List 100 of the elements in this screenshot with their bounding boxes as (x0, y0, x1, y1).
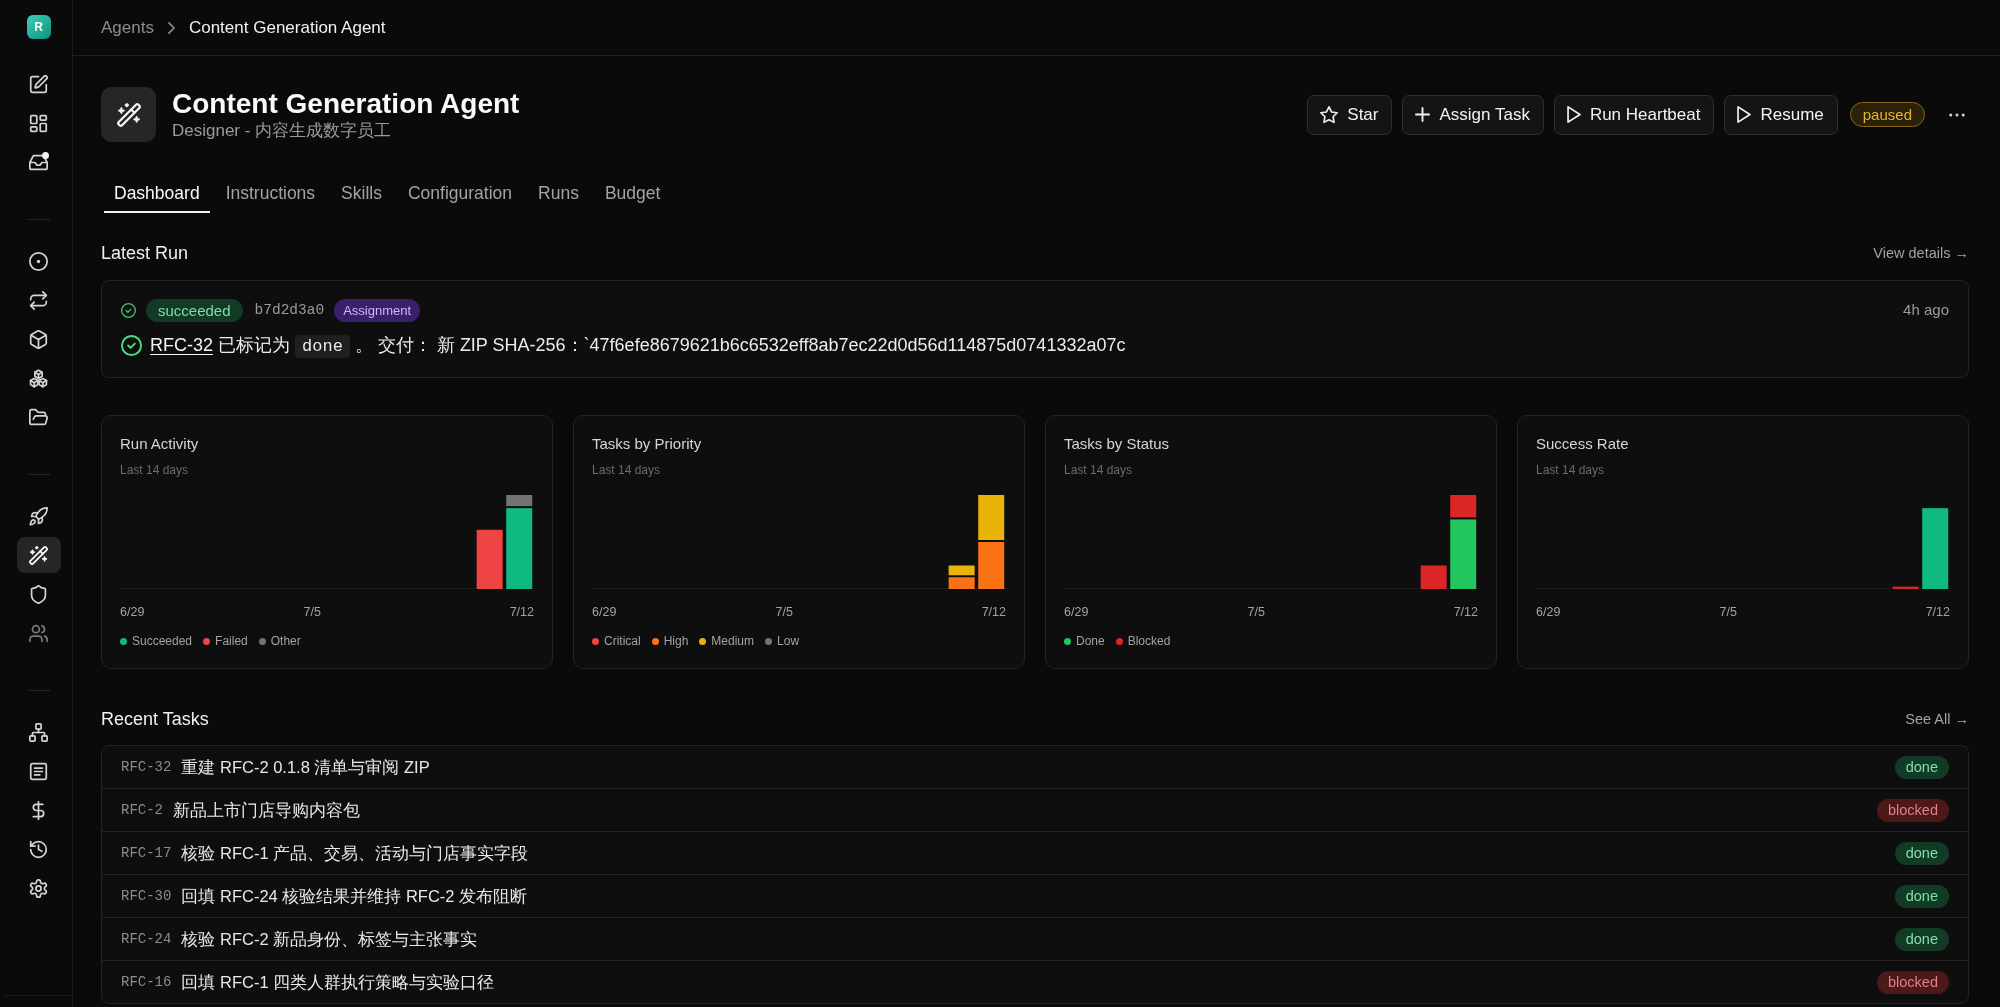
axis-label: 7/5 (775, 604, 793, 620)
inbox-icon[interactable] (29, 152, 48, 172)
task-id: RFC-32 (121, 758, 172, 776)
more-icon[interactable] (1949, 112, 1965, 117)
axis-label: 7/12 (509, 604, 534, 620)
blocked-bar (1420, 565, 1447, 589)
status-badge: paused (1849, 102, 1925, 127)
chart-subtitle: Last 14 days (1064, 462, 1134, 478)
failed-bar (476, 529, 503, 589)
status-badge: done (1894, 927, 1949, 951)
run-time: 4h ago (1903, 301, 1949, 319)
task-title[interactable]: 核验 RFC-2 新品身份、标签与主张事实 (181, 928, 478, 950)
other-bar (506, 495, 533, 507)
done-bar (1450, 519, 1477, 589)
run-heartbeat-button[interactable]: Run Heartbeat (1553, 94, 1715, 135)
medium-priority-bar (948, 565, 975, 576)
axis-label: 6/29 (1064, 604, 1089, 620)
agent-name: Content Generation Agent (172, 87, 520, 120)
task-title[interactable]: 核验 RFC-1 产品、交易、活动与门店事实字段 (181, 842, 529, 864)
chart-title: Tasks by Priority (592, 434, 703, 454)
wand-icon[interactable] (29, 545, 48, 565)
legend-label: Other (270, 633, 301, 649)
edit-icon[interactable] (29, 74, 48, 94)
legend-label: Critical (604, 633, 641, 649)
check-circle-icon (121, 334, 142, 356)
task-id: RFC-24 (121, 930, 172, 948)
status-badge: done (1894, 884, 1949, 908)
chart-title: Success Rate (1536, 434, 1630, 454)
high-priority-bar (978, 542, 1005, 589)
section-title: Latest Run (101, 242, 189, 264)
breadcrumb-link[interactable]: Agents (101, 16, 154, 39)
task-id: RFC-30 (121, 887, 172, 905)
folder-icon[interactable] (29, 407, 48, 427)
task-id: RFC-16 (121, 973, 172, 991)
hierarchy-icon[interactable] (29, 722, 48, 742)
legend-label: Blocked (1127, 633, 1171, 649)
shield-icon[interactable] (29, 584, 48, 604)
axis-label: 6/29 (120, 604, 145, 620)
star-icon[interactable] (1320, 105, 1339, 124)
resume-button[interactable]: Resume (1724, 94, 1838, 135)
axis-label: 7/5 (303, 604, 321, 620)
chart-title: Run Activity (120, 434, 200, 454)
trigger-badge: Assignment (334, 298, 421, 322)
status-badge: blocked (1877, 970, 1949, 994)
boxes-icon[interactable] (29, 368, 48, 388)
view-details-link[interactable]: View details → (1873, 244, 1969, 262)
chart-subtitle: Last 14 days (1536, 462, 1606, 478)
axis-label: 7/12 (1453, 604, 1478, 620)
legend-label: Failed (215, 633, 248, 649)
task-title[interactable]: 重建 RFC-2 0.1.8 清单与审阅 ZIP (181, 756, 430, 778)
tab[interactable]: Instructions (215, 173, 326, 213)
chevron-right-icon (167, 21, 175, 34)
document-icon[interactable] (29, 761, 48, 781)
tab[interactable]: Runs (528, 173, 589, 213)
axis-label: 7/12 (981, 604, 1006, 620)
repeat-icon[interactable] (29, 290, 48, 310)
status-badge: done (1894, 755, 1949, 779)
medium-priority-bar (978, 495, 1005, 540)
failure-rate-bar (1892, 586, 1919, 589)
plus-icon[interactable] (1415, 107, 1431, 122)
dollar-icon[interactable] (29, 800, 48, 820)
axis-label: 6/29 (592, 604, 617, 620)
play-icon[interactable] (1566, 106, 1581, 123)
legend-label: High (663, 633, 689, 649)
check-circle-icon (121, 302, 136, 318)
section-title: Recent Tasks (101, 708, 209, 730)
task-link[interactable]: RFC-32 (150, 335, 213, 355)
tab[interactable]: Configuration (397, 173, 523, 213)
rocket-icon[interactable] (29, 506, 48, 526)
see-all-link[interactable]: See All → (1905, 710, 1969, 728)
chart-subtitle: Last 14 days (592, 462, 662, 478)
legend-label: Succeeded (132, 633, 193, 649)
tab[interactable]: Dashboard (104, 173, 210, 213)
settings-icon[interactable] (29, 878, 48, 898)
play-icon[interactable] (1737, 106, 1752, 123)
target-icon[interactable] (29, 251, 48, 271)
task-id: RFC-17 (121, 844, 172, 862)
sidebar-item[interactable] (16, 537, 61, 573)
agent-subtitle: Designer - 内容生成数字员工 (172, 120, 393, 142)
assign-task-button[interactable]: Assign Task (1402, 94, 1544, 135)
dashboard-icon[interactable] (29, 113, 48, 133)
legend-label: Done (1076, 633, 1105, 649)
axis-label: 7/5 (1247, 604, 1265, 620)
legend-label: Medium (711, 633, 755, 649)
axis-label: 7/5 (1719, 604, 1737, 620)
history-icon[interactable] (29, 839, 48, 859)
run-id: b7d2d3a0 (254, 301, 325, 319)
star-button[interactable]: Star (1307, 94, 1393, 135)
task-title[interactable]: 回填 RFC-1 四类人群执行策略与实验口径 (181, 971, 495, 993)
chart-title: Tasks by Status (1064, 434, 1171, 454)
status-badge: done (1894, 841, 1949, 865)
task-title[interactable]: 回填 RFC-24 核验结果并维持 RFC-2 发布阻断 (181, 885, 528, 907)
blocked-bar (1450, 495, 1477, 518)
tab[interactable]: Skills (331, 173, 392, 213)
box-icon[interactable] (29, 329, 48, 349)
status-badge: succeeded (146, 298, 243, 322)
tab[interactable]: Budget (594, 173, 671, 213)
legend-label: Low (777, 633, 800, 649)
task-title[interactable]: 新品上市门店导购内容包 (173, 799, 360, 821)
task-id: RFC-2 (121, 801, 163, 819)
